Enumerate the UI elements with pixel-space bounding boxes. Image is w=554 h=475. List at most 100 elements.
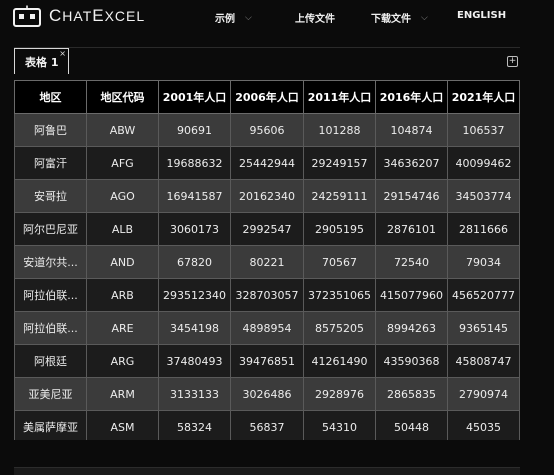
table-cell[interactable]: 8994263 [375,311,448,345]
table-cell[interactable]: 95606 [230,113,304,147]
table-cell[interactable]: 阿富汗 [14,146,87,180]
table-cell[interactable]: 安道尔共... [14,245,87,279]
table-row[interactable]: 阿根廷 ARG 37480493 39476851 41261490 43590368 45… [14,344,520,378]
robot-logo-icon [13,5,41,27]
column-header[interactable]: 2011年人口 [303,80,376,114]
table-cell[interactable]: 372351065 [303,278,376,312]
nav-download[interactable]: 下载文件 ⌵ [371,10,428,26]
table-cell[interactable]: 34636207 [375,146,448,180]
table-cell[interactable]: 2928976 [303,377,376,411]
table-cell[interactable]: 39476851 [230,344,304,378]
table-cell[interactable]: AGO [86,179,159,213]
table-cell[interactable]: 37480493 [158,344,231,378]
table-cell[interactable]: 90691 [158,113,231,147]
table-cell[interactable]: 43590368 [375,344,448,378]
column-header[interactable]: 地区 [14,80,87,114]
table-row[interactable]: 安道尔共... AND 67820 80221 70567 72540 79034 [14,245,520,279]
table-cell[interactable]: 70567 [303,245,376,279]
column-header[interactable]: 2016年人口 [375,80,448,114]
table-cell[interactable]: 2905195 [303,212,376,246]
table-cell[interactable]: 阿拉伯联... [14,278,87,312]
table-cell[interactable]: 415077960 [375,278,448,312]
table-cell[interactable]: 16941587 [158,179,231,213]
table-row[interactable]: 阿拉伯联... ARE 3454198 4898954 8575205 8994263 93… [14,311,520,345]
table-cell[interactable]: 2876101 [375,212,448,246]
table-cell[interactable]: AFG [86,146,159,180]
table-cell[interactable]: 2992547 [230,212,304,246]
table-cell[interactable]: 106537 [447,113,520,147]
table-row[interactable]: 阿富汗 AFG 19688632 25442944 29249157 34636207 40… [14,146,520,180]
table-cell[interactable]: 29249157 [303,146,376,180]
table-cell[interactable]: ARM [86,377,159,411]
table-cell[interactable]: 2865835 [375,377,448,411]
table-cell[interactable]: 45035 [447,410,520,440]
sheet-tab-label: 表格 1 [25,55,59,69]
table-cell[interactable]: 79034 [447,245,520,279]
sheet-tab[interactable]: 表格 1 × [14,48,69,74]
table-cell[interactable]: 56837 [230,410,304,440]
table-cell[interactable]: 50448 [375,410,448,440]
table-row[interactable]: 阿尔巴尼亚 ALB 3060173 2992547 2905195 2876101 2811… [14,212,520,246]
table-cell[interactable]: 34503774 [447,179,520,213]
nav-upload[interactable]: 上传文件 [295,10,335,25]
table-cell[interactable]: 19688632 [158,146,231,180]
table-row[interactable]: 安哥拉 AGO 16941587 20162340 24259111 29154746 34… [14,179,520,213]
table-cell[interactable]: ARB [86,278,159,312]
table-cell[interactable]: 3133133 [158,377,231,411]
table-row[interactable]: 亚美尼亚 ARM 3133133 3026486 2928976 2865835 27909… [14,377,520,411]
column-header[interactable]: 地区代码 [86,80,159,114]
data-table-container[interactable]: 地区 地区代码 2001年人口 2006年人口 2011年人口 2016年人口 … [14,80,520,440]
table-cell[interactable]: 41261490 [303,344,376,378]
table-cell[interactable]: 328703057 [230,278,304,312]
table-cell[interactable]: 104874 [375,113,448,147]
table-cell[interactable]: 阿尔巴尼亚 [14,212,87,246]
table-cell[interactable]: 阿鲁巴 [14,113,87,147]
table-cell[interactable]: 101288 [303,113,376,147]
column-header[interactable]: 2006年人口 [230,80,304,114]
table-cell[interactable]: 40099462 [447,146,520,180]
table-cell[interactable]: 58324 [158,410,231,440]
table-cell[interactable]: AND [86,245,159,279]
panel-divider [14,47,520,48]
table-cell[interactable]: 安哥拉 [14,179,87,213]
column-header[interactable]: 2001年人口 [158,80,231,114]
table-row[interactable]: 阿拉伯联... ARB 293512340 328703057 372351065 415… [14,278,520,312]
table-cell[interactable]: 3026486 [230,377,304,411]
nav-examples[interactable]: 示例 ⌵ [215,10,252,26]
table-cell[interactable]: 9365145 [447,311,520,345]
table-cell[interactable]: 80221 [230,245,304,279]
table-cell[interactable]: 20162340 [230,179,304,213]
column-header[interactable]: 2021年人口 [447,80,520,114]
close-icon[interactable]: × [59,49,66,58]
table-cell[interactable]: 456520777 [447,278,520,312]
table-cell[interactable]: ALB [86,212,159,246]
table-cell[interactable]: 美属萨摩亚 [14,410,87,440]
table-cell[interactable]: 2790974 [447,377,520,411]
table-row[interactable]: 阿鲁巴 ABW 90691 95606 101288 104874 106537 [14,113,520,147]
table-cell[interactable]: ASM [86,410,159,440]
data-table: 地区 地区代码 2001年人口 2006年人口 2011年人口 2016年人口 … [14,80,520,440]
table-cell[interactable]: 4898954 [230,311,304,345]
table-cell[interactable]: ARG [86,344,159,378]
logo[interactable]: CHATEXCEL [13,5,145,27]
table-cell[interactable]: 67820 [158,245,231,279]
table-cell[interactable]: 阿拉伯联... [14,311,87,345]
nav-language[interactable]: ENGLISH [457,10,506,21]
table-cell[interactable]: ABW [86,113,159,147]
table-cell[interactable]: 3060173 [158,212,231,246]
table-cell[interactable]: 45808747 [447,344,520,378]
table-cell[interactable]: 25442944 [230,146,304,180]
table-row[interactable]: 美属萨摩亚 ASM 58324 56837 54310 50448 45035 [14,410,520,440]
add-sheet-button[interactable]: + [507,56,518,67]
table-cell[interactable]: 24259111 [303,179,376,213]
table-cell[interactable]: 29154746 [375,179,448,213]
table-cell[interactable]: 亚美尼亚 [14,377,87,411]
table-cell[interactable]: ARE [86,311,159,345]
table-cell[interactable]: 72540 [375,245,448,279]
table-cell[interactable]: 3454198 [158,311,231,345]
table-cell[interactable]: 54310 [303,410,376,440]
table-cell[interactable]: 阿根廷 [14,344,87,378]
table-cell[interactable]: 8575205 [303,311,376,345]
table-cell[interactable]: 2811666 [447,212,520,246]
table-cell[interactable]: 293512340 [158,278,231,312]
